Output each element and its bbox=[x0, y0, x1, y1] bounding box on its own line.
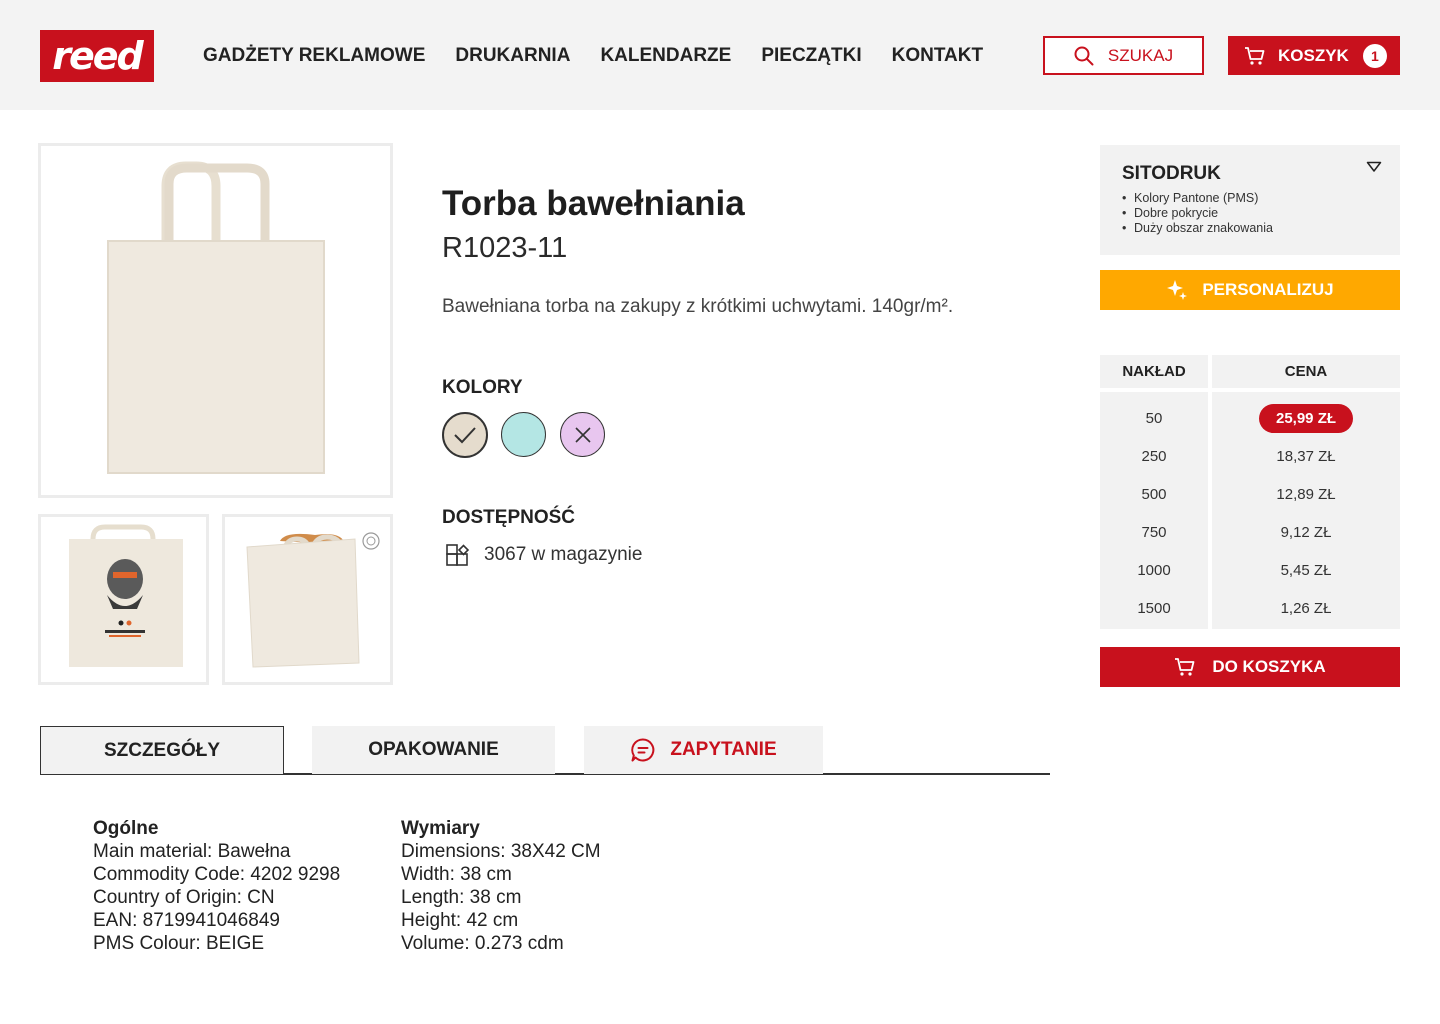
nav-item-kalendarze[interactable]: KALENDARZE bbox=[600, 45, 731, 67]
detail-line: Height: 42 cm bbox=[401, 910, 519, 931]
qty-header: NAKŁAD bbox=[1100, 355, 1208, 388]
price-cell-selected[interactable]: 25,99 ZŁ bbox=[1212, 399, 1400, 437]
chat-icon bbox=[631, 738, 655, 762]
detail-line: Commodity Code: 4202 9298 bbox=[93, 864, 341, 885]
qty-cell[interactable]: 1500 bbox=[1100, 589, 1208, 627]
nav-item-gadzety[interactable]: GADŻETY REKLAMOWE bbox=[203, 45, 425, 67]
personalize-button[interactable]: PERSONALIZUJ bbox=[1100, 270, 1400, 310]
logo-text: reed bbox=[52, 34, 143, 78]
product-title: Torba bawełniania bbox=[442, 184, 745, 223]
tab-label: ZAPYTANIE bbox=[670, 739, 777, 760]
nav-item-pieczatki[interactable]: PIECZĄTKI bbox=[761, 45, 861, 67]
warehouse-icon bbox=[446, 544, 470, 566]
print-method-dropdown[interactable]: SITODRUK Kolory Pantone (PMS) Dobre pokr… bbox=[1100, 145, 1400, 255]
price-cell[interactable]: 12,89 ZŁ bbox=[1212, 475, 1400, 513]
qty-cell[interactable]: 1000 bbox=[1100, 551, 1208, 589]
color-swatch-beige[interactable] bbox=[442, 412, 488, 458]
detail-line: Country of Origin: CN bbox=[93, 887, 275, 908]
detail-line: Dimensions: 38X42 CM bbox=[401, 841, 601, 862]
tab-opakowanie[interactable]: OPAKOWANIE bbox=[312, 726, 555, 774]
color-swatch-mint[interactable] bbox=[501, 412, 546, 457]
detail-line: Main material: Bawełna bbox=[93, 841, 291, 862]
color-swatch-lilac[interactable] bbox=[560, 412, 605, 457]
print-feature: Dobre pokrycie bbox=[1122, 206, 1378, 221]
search-icon bbox=[1074, 46, 1094, 65]
nav-item-drukarnia[interactable]: DRUKARNIA bbox=[455, 45, 570, 67]
detail-line: PMS Colour: BEIGE bbox=[93, 933, 265, 954]
cart-button[interactable]: KOSZYK 1 bbox=[1228, 36, 1400, 75]
price-cell[interactable]: 9,12 ZŁ bbox=[1212, 513, 1400, 551]
detail-line: Width: 38 cm bbox=[401, 864, 512, 885]
price-table: NAKŁAD CENA 50 250 500 750 1000 1500 25,… bbox=[1100, 355, 1400, 629]
qty-cell[interactable]: 500 bbox=[1100, 475, 1208, 513]
cart-icon bbox=[1175, 658, 1195, 676]
printed-bag-thumbnail[interactable] bbox=[38, 514, 209, 685]
stock-text: 3067 w magazynie bbox=[484, 544, 643, 565]
price-cell[interactable]: 1,26 ZŁ bbox=[1212, 589, 1400, 627]
nav-item-kontakt[interactable]: KONTAKT bbox=[892, 45, 983, 67]
cart-label: KOSZYK bbox=[1278, 45, 1349, 65]
tab-zapytanie[interactable]: ZAPYTANIE bbox=[584, 726, 823, 774]
search-button[interactable]: SZUKAJ bbox=[1043, 36, 1204, 75]
detail-line: EAN: 8719941046849 bbox=[93, 910, 280, 931]
detail-line: Length: 38 cm bbox=[401, 887, 522, 908]
print-feature: Duży obszar znakowania bbox=[1122, 221, 1378, 236]
cart-icon bbox=[1245, 46, 1265, 65]
product-description: Bawełniana torba na zakupy z krótkimi uc… bbox=[442, 296, 954, 317]
price-cell[interactable]: 5,45 ZŁ bbox=[1212, 551, 1400, 589]
print-method-title: SITODRUK bbox=[1122, 163, 1221, 184]
print-features-list: Kolory Pantone (PMS) Dobre pokrycie Duży… bbox=[1122, 191, 1378, 236]
cross-icon bbox=[574, 426, 591, 443]
qty-cell[interactable]: 750 bbox=[1100, 513, 1208, 551]
add-to-cart-button[interactable]: DO KOSZYKA bbox=[1100, 647, 1400, 687]
check-icon bbox=[454, 427, 476, 444]
qty-cell[interactable]: 50 bbox=[1100, 399, 1208, 437]
filled-bag-thumbnail[interactable] bbox=[222, 514, 393, 685]
qty-cell[interactable]: 250 bbox=[1100, 437, 1208, 475]
details-dimensions: Wymiary Dimensions: 38X42 CM Width: 38 c… bbox=[401, 817, 601, 955]
detail-line: Volume: 0.273 cdm bbox=[401, 933, 564, 954]
stock-info: 3067 w magazynie bbox=[444, 541, 642, 569]
colors-heading: KOLORY bbox=[442, 377, 523, 398]
cart-count-badge: 1 bbox=[1362, 43, 1387, 68]
price-cell[interactable]: 18,37 ZŁ bbox=[1212, 437, 1400, 475]
personalize-label: PERSONALIZUJ bbox=[1202, 280, 1334, 299]
availability-heading: DOSTĘPNOŚĆ bbox=[442, 507, 576, 528]
print-feature: Kolory Pantone (PMS) bbox=[1122, 191, 1378, 206]
selected-price-badge: 25,99 ZŁ bbox=[1258, 403, 1354, 433]
tab-label: OPAKOWANIE bbox=[368, 739, 499, 760]
tab-label: SZCZEGÓŁY bbox=[103, 739, 221, 761]
add-to-cart-label: DO KOSZYKA bbox=[1212, 657, 1326, 676]
price-header: CENA bbox=[1212, 355, 1400, 388]
main-bag-image[interactable] bbox=[38, 143, 393, 498]
product-sku: R1023-11 bbox=[442, 232, 568, 264]
chevron-down-icon bbox=[1366, 161, 1382, 172]
main-nav: GADŻETY REKLAMOWE DRUKARNIA KALENDARZE P… bbox=[203, 45, 983, 67]
site-header: reed GADŻETY REKLAMOWE DRUKARNIA KALENDA… bbox=[0, 0, 1440, 110]
reed-logo[interactable]: reed bbox=[40, 30, 154, 82]
details-heading: Wymiary bbox=[401, 818, 480, 839]
sparkle-icon bbox=[1167, 280, 1188, 300]
details-heading: Ogólne bbox=[93, 818, 159, 839]
tab-szczegoly[interactable]: SZCZEGÓŁY bbox=[40, 726, 284, 774]
search-label: SZUKAJ bbox=[1107, 45, 1174, 65]
details-general: Ogólne Main material: Bawełna Commodity … bbox=[93, 817, 340, 955]
